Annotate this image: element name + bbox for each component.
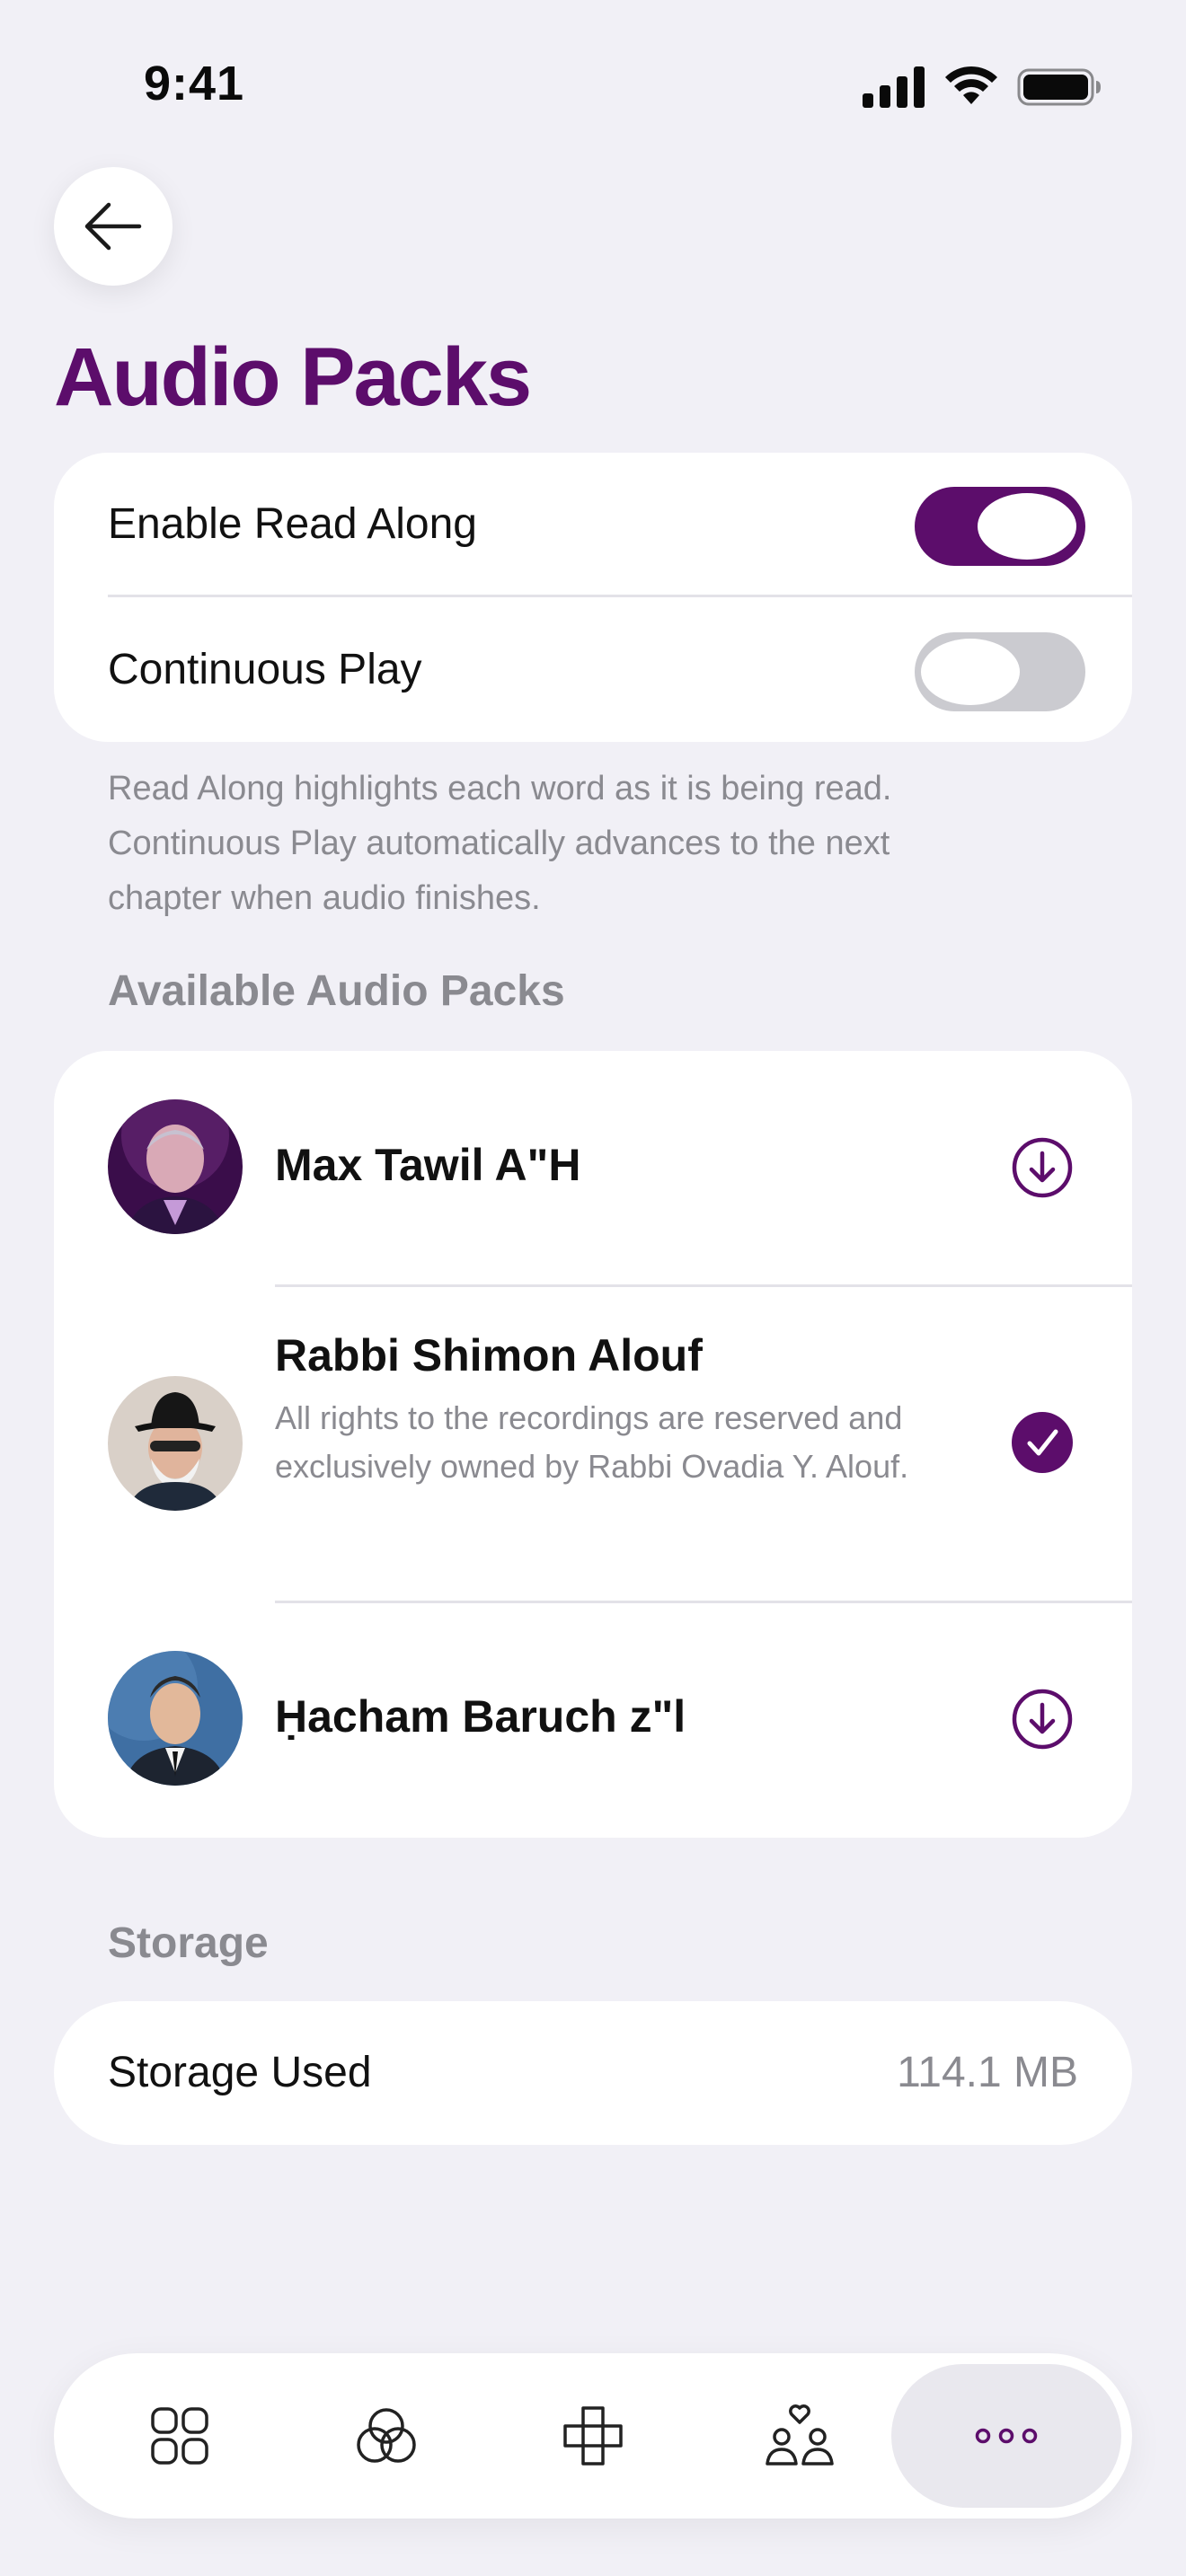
pack-row-rabbi-shimon-alouf[interactable]: Rabbi Shimon Alouf All rights to the rec… <box>54 1286 1132 1601</box>
download-icon[interactable] <box>1010 1687 1075 1751</box>
page-title: Audio Packs <box>54 331 532 423</box>
more-icon <box>975 2428 1038 2444</box>
circles-icon <box>357 2408 416 2463</box>
read-along-toggle[interactable] <box>915 487 1085 566</box>
settings-card: Enable Read Along Continuous Play <box>54 453 1132 742</box>
storage-section-header: Storage <box>108 1919 269 1967</box>
pack-description: All rights to the recordings are reserve… <box>275 1399 909 1485</box>
battery-icon <box>1017 68 1101 106</box>
tab-bar <box>54 2353 1132 2519</box>
pack-row-hacham-baruch[interactable]: Ḥacham Baruch z"l <box>54 1602 1132 1838</box>
packs-card: Max Tawil A"H Rabbi Shimon Alouf All rig… <box>54 1051 1132 1838</box>
arrow-left-icon <box>84 202 142 251</box>
community-icon <box>766 2404 834 2466</box>
read-along-label: Enable Read Along <box>108 500 477 548</box>
download-icon[interactable] <box>1010 1135 1075 1200</box>
back-button[interactable] <box>54 167 173 286</box>
tab-more[interactable] <box>891 2364 1121 2508</box>
wifi-icon <box>945 66 997 104</box>
storage-used-value: 114.1 MB <box>897 2049 1078 2096</box>
settings-footnote: Read Along highlights each word as it is… <box>108 770 892 917</box>
tab-circles[interactable] <box>296 2353 476 2519</box>
checkmark-icon[interactable] <box>1010 1410 1075 1475</box>
avatar <box>108 1099 243 1234</box>
tab-community[interactable] <box>710 2353 890 2519</box>
packs-section-header: Available Audio Packs <box>108 967 565 1015</box>
continuous-play-toggle[interactable] <box>915 632 1085 711</box>
status-time: 9:41 <box>144 57 245 110</box>
avatar <box>108 1651 243 1786</box>
storage-used-label: Storage Used <box>108 2049 372 2096</box>
toggle-knob <box>921 639 1020 705</box>
continuous-play-label: Continuous Play <box>108 646 422 693</box>
pack-name: Ḥacham Baruch z"l <box>275 1691 686 1742</box>
grid-icon <box>151 2407 208 2465</box>
cellular-signal-icon <box>863 66 925 108</box>
pack-row-max-tawil[interactable]: Max Tawil A"H <box>54 1051 1132 1284</box>
storage-card: Storage Used 114.1 MB <box>54 2001 1132 2145</box>
toggle-knob <box>978 493 1076 560</box>
cross-icon <box>563 2406 623 2466</box>
pack-name: Max Tawil A"H <box>275 1140 581 1190</box>
pack-name: Rabbi Shimon Alouf <box>275 1330 703 1381</box>
avatar <box>108 1376 243 1511</box>
tab-cross[interactable] <box>503 2353 683 2519</box>
divider <box>108 595 1132 597</box>
tab-home[interactable] <box>90 2353 270 2519</box>
